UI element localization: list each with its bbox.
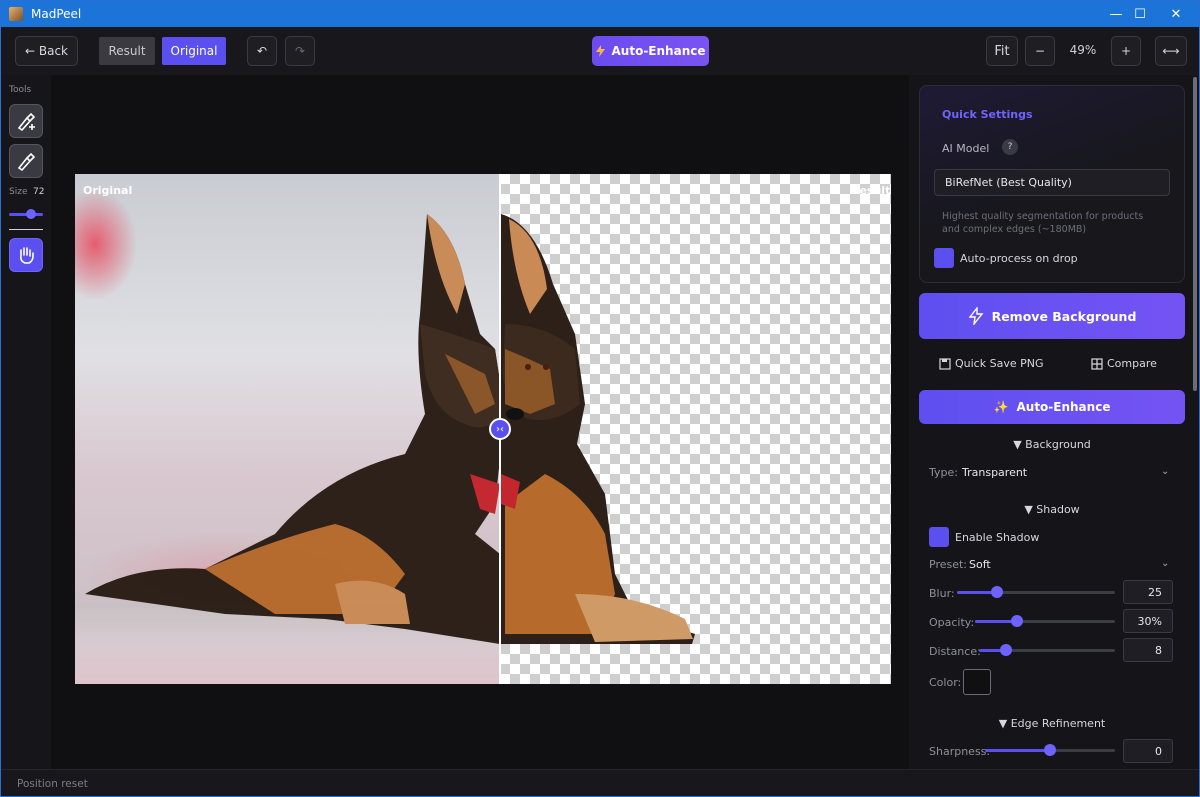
auto-enhance-top-button[interactable]: Auto-Enhance — [592, 36, 709, 66]
tools-divider — [9, 229, 43, 230]
shadow-preset-value[interactable]: Soft — [969, 558, 991, 571]
auto-enhance-panel-button[interactable]: ✨ Auto-Enhance — [919, 390, 1185, 424]
distance-input[interactable]: 8 — [1123, 638, 1173, 662]
undo-button[interactable]: ↶ — [247, 36, 277, 66]
fit-width-button[interactable]: ⟷ — [1155, 36, 1187, 66]
opacity-label: Opacity: — [929, 616, 975, 629]
shadow-color-label: Color: — [929, 676, 962, 689]
split-arrows-icon: ›‹ — [496, 423, 504, 435]
opacity-slider-knob[interactable] — [1011, 615, 1023, 627]
dog-photo — [85, 214, 695, 644]
hand-icon — [20, 247, 34, 264]
remove-background-button[interactable]: Remove Background — [919, 293, 1185, 339]
sharpness-slider-knob[interactable] — [1044, 744, 1056, 756]
lightning-outline-icon — [968, 307, 984, 325]
auto-enhance-top-label: Auto-Enhance — [611, 44, 706, 58]
blur-input[interactable]: 25 — [1123, 580, 1173, 604]
tab-result[interactable]: Result — [99, 37, 155, 65]
close-button[interactable]: ✕ — [1153, 1, 1199, 27]
redo-icon: ↷ — [294, 44, 306, 58]
tools-label: Tools — [9, 85, 32, 95]
chevron-down-icon[interactable]: ⌄ — [1161, 466, 1169, 477]
auto-process-checkbox[interactable] — [934, 248, 954, 268]
divider-handle[interactable]: ›‹ — [489, 418, 511, 440]
tools-sidebar: Tools Size 72 — [1, 75, 51, 769]
sharpness-slider[interactable] — [985, 744, 1115, 756]
ai-model-select[interactable]: BiRefNet (Best Quality) — [934, 169, 1170, 196]
distance-slider-knob[interactable] — [1000, 644, 1013, 656]
compare-grid-icon — [1091, 357, 1103, 370]
save-icon — [939, 357, 951, 370]
zoom-level: 49% — [1069, 43, 1097, 57]
blur-slider[interactable] — [957, 586, 1115, 598]
enable-shadow-checkbox[interactable] — [929, 527, 949, 547]
undo-icon: ↶ — [256, 44, 268, 58]
shadow-preset-label: Preset: — [929, 558, 968, 571]
size-value: 72 — [33, 187, 45, 197]
pan-tool[interactable] — [9, 238, 43, 272]
zoom-out-button[interactable]: − — [1025, 36, 1055, 66]
background-section-header[interactable]: ▼ Background — [919, 438, 1185, 451]
size-label: Size — [9, 187, 28, 197]
redo-button[interactable]: ↷ — [285, 36, 315, 66]
auto-enhance-panel-label: Auto-Enhance — [1016, 400, 1111, 414]
back-button[interactable]: ← Back — [15, 36, 78, 66]
sharpness-slider-fill — [985, 749, 1050, 752]
app-window: MadPeel — ☐ ✕ ← Back Result Original ↶ ↷… — [0, 0, 1200, 797]
shadow-color-swatch[interactable] — [963, 669, 991, 695]
status-message: Position reset — [17, 778, 88, 790]
distance-slider[interactable] — [979, 644, 1115, 656]
title-bar: MadPeel — ☐ ✕ — [1, 1, 1199, 27]
compare-button[interactable]: Compare — [1091, 357, 1157, 370]
quick-save-label: Quick Save PNG — [955, 357, 1044, 370]
canvas-area[interactable]: Original Result ›‹ — [51, 75, 909, 769]
enable-shadow-label: Enable Shadow — [955, 531, 1040, 544]
app-logo-icon — [9, 7, 23, 21]
background-type-value[interactable]: Transparent — [962, 466, 1027, 479]
brush-icon — [17, 152, 36, 172]
result-label: Result — [851, 184, 891, 197]
brush-size-knob[interactable] — [26, 209, 37, 219]
remove-background-label: Remove Background — [991, 308, 1137, 324]
shadow-section-header[interactable]: ▼ Shadow — [919, 503, 1185, 516]
quick-settings-card: Quick Settings AI Model ? BiRefNet (Best… — [919, 85, 1185, 283]
sparkle-icon: ✨ — [993, 400, 1009, 414]
panel-scrollbar[interactable] — [1193, 77, 1197, 391]
distance-label: Distance: — [929, 645, 981, 658]
window-title: MadPeel — [31, 7, 82, 21]
chevron-down-icon[interactable]: ⌄ — [1161, 558, 1169, 569]
blur-slider-knob[interactable] — [990, 586, 1003, 598]
lightning-icon — [595, 45, 605, 57]
blur-label: Blur: — [929, 587, 955, 600]
compare-label: Compare — [1107, 357, 1157, 370]
ai-model-label: AI Model — [942, 142, 990, 155]
comparison-image[interactable]: Original Result ›‹ — [75, 174, 891, 684]
quick-save-button[interactable]: Quick Save PNG — [939, 357, 1043, 370]
auto-process-label: Auto-process on drop — [960, 252, 1078, 265]
status-bar: Position reset — [1, 769, 1199, 796]
settings-panel: Quick Settings AI Model ? BiRefNet (Best… — [909, 75, 1199, 769]
fit-button[interactable]: Fit — [986, 36, 1018, 66]
tab-original[interactable]: Original — [162, 37, 226, 65]
sharpness-label: Sharpness: — [929, 745, 991, 758]
erase-brush-tool[interactable] — [9, 144, 43, 178]
zoom-in-button[interactable]: + — [1111, 36, 1141, 66]
brush-plus-icon — [17, 112, 36, 132]
quick-settings-heading: Quick Settings — [942, 108, 1033, 121]
opacity-input[interactable]: 30% — [1123, 609, 1173, 633]
edge-refinement-section-header[interactable]: ▼ Edge Refinement — [919, 717, 1185, 730]
background-type-label: Type: — [929, 466, 958, 479]
restore-brush-tool[interactable] — [9, 104, 43, 138]
original-label: Original — [83, 184, 133, 197]
opacity-slider[interactable] — [975, 615, 1115, 627]
ai-model-description: Highest quality segmentation for product… — [942, 211, 1144, 235]
sharpness-input[interactable]: 0 — [1123, 739, 1173, 763]
help-icon[interactable]: ? — [1002, 139, 1018, 155]
